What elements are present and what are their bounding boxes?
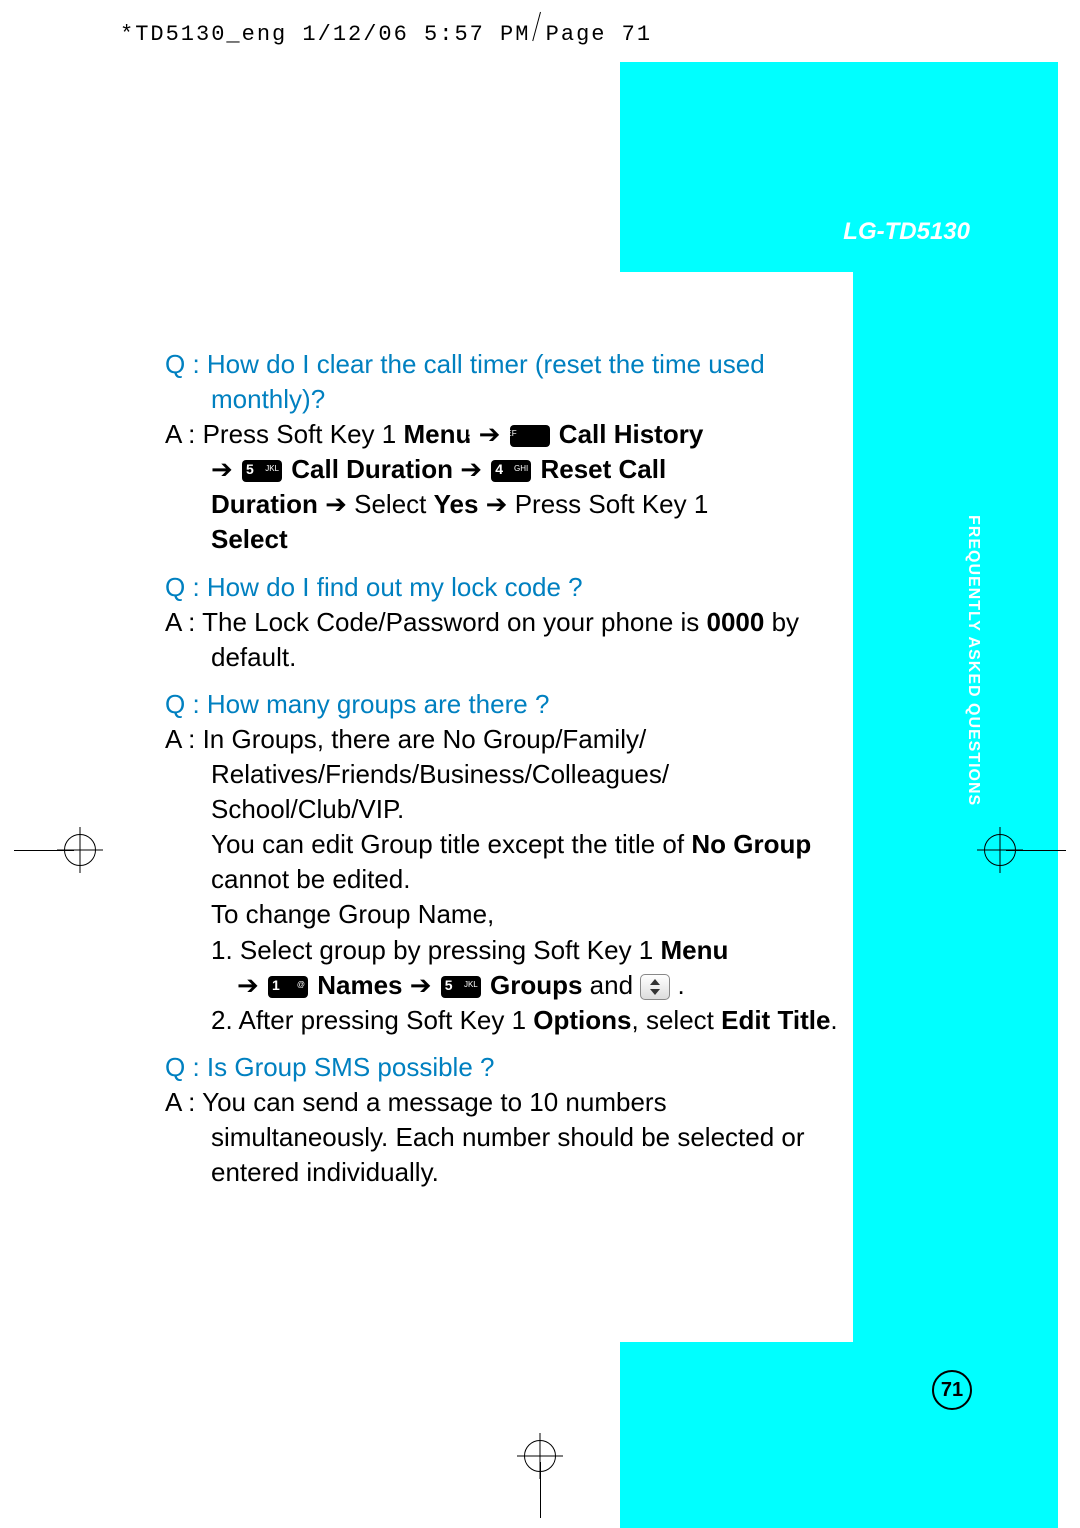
text: , select bbox=[632, 1005, 722, 1035]
arrow: ➔ bbox=[237, 970, 266, 1000]
arrow: ➔ bbox=[478, 489, 514, 519]
faq-a3-step1-line2: ➔ Names ➔ Groups and . bbox=[165, 968, 845, 1003]
faq-a3-l3: To change Group Name, bbox=[165, 897, 845, 932]
key-1-icon bbox=[268, 976, 308, 998]
text: A : Press Soft Key 1 bbox=[165, 419, 403, 449]
arrow: ➔ bbox=[453, 454, 489, 484]
arrow: ➔ bbox=[211, 454, 240, 484]
options-bold: Options bbox=[533, 1005, 631, 1035]
page-number-badge: 71 bbox=[932, 1370, 972, 1410]
duration-bold: Duration bbox=[211, 489, 318, 519]
faq-a1-line3: Duration ➔ Select Yes ➔ Press Soft Key 1 bbox=[165, 487, 845, 522]
select-bold: Select bbox=[211, 524, 288, 554]
text: A : The Lock Code/Password on your phone… bbox=[165, 607, 707, 637]
faq-q4: Q : Is Group SMS possible ? bbox=[165, 1050, 845, 1085]
crop-target bbox=[984, 834, 1016, 866]
menu-bold: Menu bbox=[403, 419, 471, 449]
text: 2. After pressing Soft Key 1 bbox=[211, 1005, 533, 1035]
print-header: *TD5130_eng 1/12/06 5:57 PM Page 71 bbox=[120, 22, 652, 47]
crop-target bbox=[64, 834, 96, 866]
reset-call-bold: Reset Call bbox=[533, 454, 666, 484]
text: . bbox=[670, 970, 684, 1000]
faq-q1: Q : How do I clear the call timer (reset… bbox=[165, 347, 845, 417]
faq-a3-step2: 2. After pressing Soft Key 1 Options, se… bbox=[165, 1003, 845, 1038]
text: Select bbox=[354, 489, 434, 519]
model-label: LG-TD5130 bbox=[843, 218, 970, 246]
faq-a3-step1: 1. Select group by pressing Soft Key 1 M… bbox=[165, 933, 845, 968]
faq-a3-l2: You can edit Group title except the titl… bbox=[165, 827, 845, 897]
menu-bold: Menu bbox=[660, 935, 728, 965]
faq-content: Q : How do I clear the call timer (reset… bbox=[165, 335, 845, 1190]
text: 1. Select group by pressing Soft Key 1 bbox=[211, 935, 660, 965]
key-4-icon bbox=[491, 460, 531, 482]
faq-a1-line1: A : Press Soft Key 1 Menu ➔ Call History bbox=[165, 417, 845, 452]
text: and bbox=[582, 970, 640, 1000]
text: cannot be edited. bbox=[211, 864, 411, 894]
edit-title-bold: Edit Title bbox=[721, 1005, 830, 1035]
code-bold: 0000 bbox=[707, 607, 765, 637]
faq-a1-line2: ➔ Call Duration ➔ Reset Call bbox=[165, 452, 845, 487]
arrow: ➔ bbox=[318, 489, 354, 519]
text: . bbox=[830, 1005, 837, 1035]
names-bold: Names bbox=[310, 970, 403, 1000]
call-duration-bold: Call Duration bbox=[284, 454, 453, 484]
faq-a2: A : The Lock Code/Password on your phone… bbox=[165, 605, 845, 675]
arrow: ➔ bbox=[403, 970, 439, 1000]
crop-target bbox=[524, 1440, 556, 1472]
key-5-icon bbox=[242, 460, 282, 482]
section-label-vertical: FREQUENTLY ASKED QUESTIONS bbox=[964, 515, 982, 806]
nav-updown-icon bbox=[640, 974, 670, 1000]
faq-q3: Q : How many groups are there ? bbox=[165, 687, 845, 722]
faq-a1-line4: Select bbox=[165, 522, 845, 557]
yes-bold: Yes bbox=[434, 489, 479, 519]
groups-bold: Groups bbox=[483, 970, 583, 1000]
faq-q2: Q : How do I find out my lock code ? bbox=[165, 570, 845, 605]
key-5-icon bbox=[510, 425, 550, 447]
call-history-bold: Call History bbox=[552, 419, 704, 449]
key-5-icon bbox=[441, 976, 481, 998]
no-group-bold: No Group bbox=[691, 829, 811, 859]
text: Press Soft Key 1 bbox=[515, 489, 709, 519]
faq-a4: A : You can send a message to 10 numbers… bbox=[165, 1085, 845, 1190]
text: You can edit Group title except the titl… bbox=[211, 829, 691, 859]
faq-a3-l1: A : In Groups, there are No Group/Family… bbox=[165, 722, 845, 827]
